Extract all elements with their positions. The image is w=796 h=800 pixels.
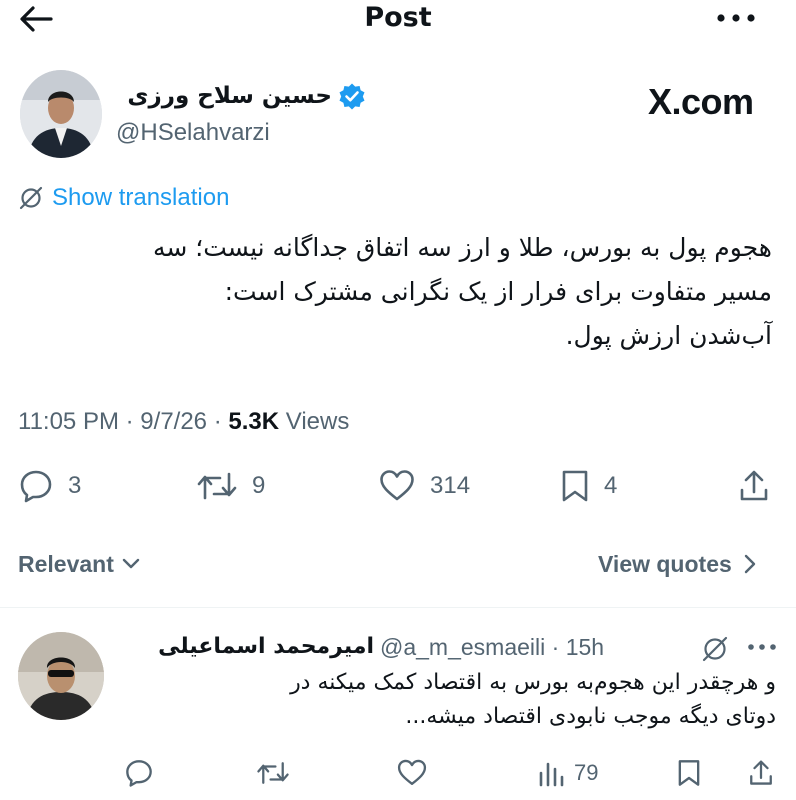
reply-handle[interactable]: @a_m_esmaeili	[380, 634, 545, 660]
meta-separator: ·	[213, 408, 222, 435]
bookmark-icon	[676, 758, 702, 788]
share-button[interactable]	[738, 468, 770, 504]
repost-button[interactable]: 9	[196, 468, 265, 504]
views-label: Views	[285, 408, 350, 435]
reply-more-dots-icon[interactable]	[744, 634, 780, 660]
sort-dropdown[interactable]: Relevant	[18, 546, 140, 582]
chevron-down-icon	[122, 558, 140, 570]
bookmark-button[interactable]: 4	[560, 468, 617, 504]
reply-text-line: دوتای دیگه موجب نابودی اقتصاد میشه...	[405, 704, 776, 729]
reply-count: 3	[68, 472, 82, 499]
tweet-text-line: آب‌شدن ارزش پول.	[565, 321, 772, 350]
show-translation-link[interactable]: Show translation	[18, 182, 229, 214]
repost-icon	[196, 468, 238, 504]
more-dots-icon[interactable]	[712, 2, 760, 34]
view-quotes-label: View quotes	[598, 551, 732, 577]
reply-text: و هرچقدر این هجوم‌به بورس به اقتصاد کمک …	[120, 666, 776, 734]
author-name[interactable]: حسین سلاح ورزی	[118, 80, 332, 112]
tweet-meta: 11:05 PM · 9/7/26 · 5.3K Views	[18, 404, 349, 440]
reply-icon	[18, 468, 54, 504]
top-bar: Post	[0, 0, 796, 40]
meta-separator: ·	[551, 634, 560, 660]
reply-handle-time: @a_m_esmaeili · 15h	[380, 630, 604, 664]
back-arrow-icon[interactable]	[16, 2, 56, 36]
views-count: 5.3K	[228, 408, 280, 435]
divider	[0, 607, 796, 608]
share-icon	[738, 468, 770, 504]
heart-icon	[378, 468, 416, 504]
reply-share-button[interactable]	[748, 758, 774, 788]
repost-icon	[256, 758, 290, 788]
reply-button[interactable]: 3	[18, 468, 81, 504]
reply-text-line: و هرچقدر این هجوم‌به بورس به اقتصاد کمک …	[290, 670, 776, 695]
reply-like-button[interactable]	[396, 758, 428, 788]
chevron-right-icon	[744, 554, 756, 574]
reply-author-name[interactable]: امیرمحمد اسماعیلی	[118, 630, 374, 664]
reply-views-count: 79	[574, 760, 599, 785]
page-title: Post	[364, 2, 432, 33]
sort-label: Relevant	[18, 551, 114, 577]
view-quotes-link[interactable]: View quotes	[598, 546, 756, 582]
tweet-date[interactable]: 9/7/26	[140, 408, 207, 435]
tweet-text: هجوم پول به بورس، طلا و ارز سه اتفاق جدا…	[20, 226, 772, 358]
repost-count: 9	[252, 472, 266, 499]
bookmark-icon	[560, 468, 590, 504]
reply-bookmark-button[interactable]	[676, 758, 702, 788]
meta-separator: ·	[125, 408, 134, 435]
like-button[interactable]: 314	[378, 468, 470, 504]
reply-time[interactable]: 15h	[566, 634, 604, 660]
tweet-text-line: مسیر متفاوت برای فرار از یک نگرانی مشترک…	[224, 277, 772, 306]
tweet-time[interactable]: 11:05 PM	[18, 408, 119, 435]
bar-chart-icon	[538, 758, 564, 788]
author-handle[interactable]: @HSelahvarzi	[116, 118, 270, 148]
reply-avatar[interactable]	[18, 632, 104, 720]
reply-views-button[interactable]: 79	[538, 758, 598, 788]
share-icon	[748, 758, 774, 788]
reply-reply-button[interactable]	[124, 758, 154, 788]
show-translation-label: Show translation	[52, 184, 230, 211]
bookmark-count: 4	[604, 472, 618, 499]
heart-icon	[396, 758, 428, 788]
like-count: 314	[430, 472, 471, 499]
reply-repost-button[interactable]	[256, 758, 290, 788]
translate-icon	[18, 185, 44, 211]
verified-badge-icon	[338, 82, 366, 110]
tweet-text-line: هجوم پول به بورس، طلا و ارز سه اتفاق جدا…	[152, 233, 772, 262]
reply-icon	[124, 758, 154, 788]
author-avatar[interactable]	[20, 70, 102, 158]
brand-watermark: X.com	[648, 81, 754, 122]
reply-translate-icon[interactable]	[700, 634, 730, 664]
